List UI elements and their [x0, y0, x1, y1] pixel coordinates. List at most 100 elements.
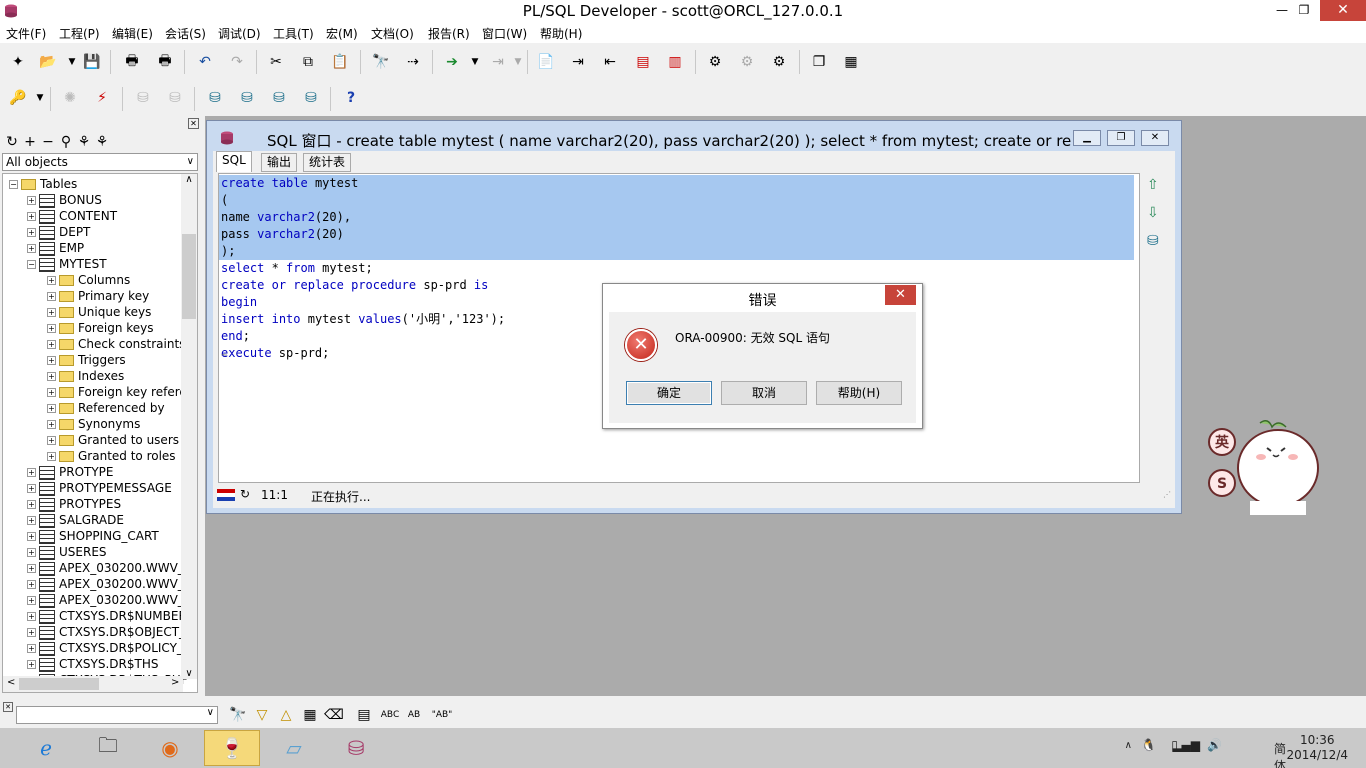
tree-folder-item[interactable]: + Granted to roles: [47, 448, 176, 464]
menu-window[interactable]: 窗口(W): [482, 25, 527, 42]
notepad-icon[interactable]: ▱: [266, 730, 322, 766]
scroll-up-icon[interactable]: ∧: [181, 174, 197, 185]
tree-table-item[interactable]: + APEX_030200.WWV_F: [27, 576, 191, 592]
expand-icon[interactable]: +: [27, 484, 36, 493]
code-line[interactable]: );: [219, 243, 1134, 260]
tree-table-item[interactable]: − MYTEST: [27, 256, 107, 272]
arrow-down-icon[interactable]: ⇩: [1147, 205, 1159, 221]
expand-icon[interactable]: +: [27, 596, 36, 605]
expand-icon[interactable]: +: [27, 612, 36, 621]
tree-table-item[interactable]: + CTXSYS.DR$POLICY_T: [27, 640, 190, 656]
match-case-icon[interactable]: ABC: [380, 705, 400, 725]
tree-folder-item[interactable]: + Granted to users: [47, 432, 179, 448]
clear-highlight-icon[interactable]: ⌫: [324, 705, 344, 725]
menu-edit[interactable]: 编辑(E): [112, 25, 153, 42]
expand-icon[interactable]: +: [27, 468, 36, 477]
print-preview-icon[interactable]: 🖶: [155, 52, 175, 72]
object-filter-select[interactable]: All objects ∨: [2, 153, 198, 171]
tree-table-item[interactable]: + PROTYPEMESSAGE: [27, 480, 172, 496]
find-icon[interactable]: 🔭: [228, 705, 248, 725]
expand-icon[interactable]: +: [47, 340, 56, 349]
tree-folder-item[interactable]: + Foreign key referenc: [47, 384, 197, 400]
cut-icon[interactable]: ✂: [266, 52, 286, 72]
collapse-icon[interactable]: −: [27, 260, 36, 269]
code-line[interactable]: insert into mytest values('小明','123');: [221, 311, 505, 328]
tree-table-item[interactable]: + DEPT: [27, 224, 90, 240]
lowercase-icon[interactable]: ▥: [665, 52, 685, 72]
oracle-sqlplus-icon[interactable]: 🍷: [204, 730, 260, 766]
tree-folder-item[interactable]: + Columns: [47, 272, 130, 288]
expand-icon[interactable]: +: [27, 580, 36, 589]
tree-folder-item[interactable]: + Triggers: [47, 352, 126, 368]
copy-icon[interactable]: ⧉: [298, 52, 318, 72]
expand-icon[interactable]: +: [27, 644, 36, 653]
find-object-icon[interactable]: ⚲: [56, 132, 76, 152]
tile-windows-icon[interactable]: ▦: [841, 52, 861, 72]
firefox-icon[interactable]: ◉: [142, 730, 198, 766]
cancel-button[interactable]: 取消: [721, 381, 807, 405]
code-line[interactable]: create or replace procedure sp-prd is: [221, 277, 488, 294]
expand-icon[interactable]: +: [27, 516, 36, 525]
query-builder-icon[interactable]: ⚙: [705, 52, 725, 72]
tree-table-item[interactable]: + CTXSYS.DR$OBJECT_: [27, 624, 185, 640]
code-line[interactable]: pass varchar2(20): [219, 226, 1134, 243]
scroll-right-icon[interactable]: >: [171, 677, 179, 688]
system-clock[interactable]: 10:36 2014/12/4: [1286, 733, 1348, 763]
open-dropdown-icon[interactable]: ▼: [62, 52, 82, 72]
code-line[interactable]: create table mytest: [219, 175, 1134, 192]
help-icon[interactable]: ?: [341, 88, 361, 108]
expand-icon[interactable]: +: [47, 292, 56, 301]
expand-icon[interactable]: +: [47, 452, 56, 461]
scrollbar-thumb[interactable]: [19, 678, 99, 690]
menu-file[interactable]: 文件(F): [6, 25, 46, 42]
command-window-icon[interactable]: ⛁: [237, 88, 257, 108]
expand-icon[interactable]: +: [27, 196, 36, 205]
new-icon[interactable]: ✦: [8, 52, 28, 72]
query-options-icon[interactable]: ⚙: [769, 52, 789, 72]
execute-dropdown-icon[interactable]: ▼: [465, 52, 485, 72]
tree-vertical-scrollbar[interactable]: ∧ ∨: [181, 174, 197, 679]
expand-icon[interactable]: +: [27, 212, 36, 221]
ok-button[interactable]: 确定: [626, 381, 712, 405]
sql-window-maximize-button[interactable]: ❐: [1107, 130, 1135, 146]
execute-icon[interactable]: ➔: [442, 52, 462, 72]
expand-icon[interactable]: +: [27, 628, 36, 637]
sql-window-minimize-button[interactable]: ▁: [1073, 130, 1101, 146]
open-icon[interactable]: 📂: [38, 52, 58, 72]
tree-table-item[interactable]: + APEX_030200.WWV_F: [27, 560, 191, 576]
tree-folder-item[interactable]: + Synonyms: [47, 416, 140, 432]
refresh-icon[interactable]: ↻: [2, 132, 22, 152]
tree-folder-item[interactable]: + Unique keys: [47, 304, 151, 320]
undo-icon[interactable]: ↶: [195, 52, 215, 72]
code-line[interactable]: (: [219, 192, 1134, 209]
expand-icon[interactable]: +: [27, 548, 36, 557]
save-icon[interactable]: 💾: [82, 52, 102, 72]
expand-icon[interactable]: +: [47, 420, 56, 429]
menu-tools[interactable]: 工具(T): [273, 25, 314, 42]
uppercase-icon[interactable]: ▤: [633, 52, 653, 72]
plsql-developer-taskbar-icon[interactable]: ⛁: [328, 730, 384, 766]
tree-table-item[interactable]: + CONTENT: [27, 208, 117, 224]
expand-icon[interactable]: +: [47, 308, 56, 317]
expand-icon[interactable]: +: [47, 276, 56, 285]
tree-table-item[interactable]: + BONUS: [27, 192, 102, 208]
sql-window-icon[interactable]: ⛁: [205, 88, 225, 108]
menu-document[interactable]: 文档(O): [371, 25, 414, 42]
expand-icon[interactable]: +: [27, 532, 36, 541]
resize-grip-icon[interactable]: ⋰: [1163, 490, 1171, 499]
tree-table-item[interactable]: + EMP: [27, 240, 84, 256]
tree-table-item[interactable]: + SHOPPING_CART: [27, 528, 159, 544]
file-explorer-icon[interactable]: 🗀: [80, 730, 136, 766]
regex-icon[interactable]: "AB": [432, 705, 453, 725]
volume-icon[interactable]: 🔊: [1207, 738, 1222, 752]
tree-horizontal-scrollbar[interactable]: < >: [3, 676, 183, 692]
outdent-icon[interactable]: ⇤: [600, 52, 620, 72]
code-line[interactable]: name varchar2(20),: [219, 209, 1134, 226]
collapse-icon[interactable]: −: [9, 180, 18, 189]
maximize-button[interactable]: ❐: [1290, 0, 1318, 21]
whole-word-icon[interactable]: AB: [404, 705, 424, 725]
document-icon[interactable]: 📄: [536, 52, 556, 72]
tab-output[interactable]: 输出: [261, 153, 298, 172]
scroll-left-icon[interactable]: <: [7, 677, 15, 688]
show-hidden-icons[interactable]: ∧: [1125, 740, 1132, 751]
